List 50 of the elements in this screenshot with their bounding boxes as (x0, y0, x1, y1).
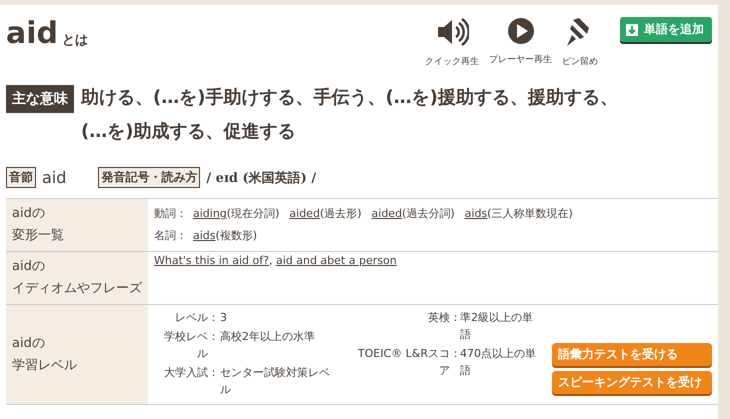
level-separator: ： (208, 365, 220, 381)
level-label: 大学入試 (163, 365, 208, 381)
meaning-text: 助ける、(…を)手助けする、手伝う、(…を)援助する、援助する、(…を)助成する、促進する (81, 86, 619, 144)
download-icon (626, 24, 638, 36)
form-note: (現在分詞) (226, 207, 280, 220)
level-separator: ： (208, 329, 220, 345)
row-heading: aidの (12, 259, 45, 274)
row-heading: aidの (12, 206, 45, 221)
row-heading: aidの (12, 336, 45, 350)
form-link[interactable]: aided (372, 207, 402, 220)
play-icon[interactable] (506, 17, 534, 45)
headword: aid (6, 17, 58, 51)
meaning-badge: 主な意味 (6, 85, 74, 113)
level-separator: ： (450, 346, 460, 362)
part-of-speech: 名詞： (154, 229, 187, 242)
pronunciation-label: 発音記号・読み方 (98, 167, 200, 188)
level-label: レベル (174, 310, 208, 326)
row-heading: 変形一覧 (12, 228, 64, 243)
form-note: (複数形) (216, 229, 258, 242)
level-label: 学校レベル (163, 329, 208, 362)
action-label: クイック再生 (425, 56, 479, 68)
form-link[interactable]: aids (464, 207, 488, 220)
row-heading: 学習レベル (12, 358, 77, 372)
form-note: (過去形) (320, 207, 362, 220)
syllable-text: aid (42, 168, 66, 187)
form-link[interactable]: aided (289, 207, 320, 220)
action-label: ピン留め (562, 56, 598, 68)
part-of-speech: 動詞： (154, 207, 187, 220)
level-label: 英検 (427, 310, 450, 326)
action-label: プレーヤー再生 (489, 53, 552, 66)
headword-suffix: とは (62, 32, 88, 49)
syllable-label: 音節 (6, 167, 36, 188)
form-note: (過去分詞) (402, 207, 455, 220)
level-value: 470点以上の単語 (460, 346, 537, 379)
form-note: (三人称単数現在) (487, 207, 573, 220)
separator: , (268, 254, 274, 267)
level-value: 準2級以上の単語 (460, 310, 534, 343)
level-label: TOEIC® L&Rスコア (356, 346, 450, 379)
form-link[interactable]: aiding (193, 207, 227, 220)
level-separator: ： (450, 310, 460, 326)
level-value: センター試験対策レベル (220, 365, 330, 398)
idiom-link[interactable]: aid and abet a person (276, 254, 397, 267)
row-heading: イディオムやフレーズ (12, 281, 142, 296)
level-value: 3 (220, 310, 228, 326)
form-link[interactable]: aids (193, 229, 216, 242)
level-separator: ： (208, 310, 220, 326)
pronunciation-text: / eɪd (米国英語) / (206, 170, 316, 186)
level-value: 高校2年以上の水準 (220, 329, 316, 345)
speaker-icon[interactable] (435, 17, 469, 47)
idiom-link[interactable]: What's this in aid of? (154, 254, 269, 267)
